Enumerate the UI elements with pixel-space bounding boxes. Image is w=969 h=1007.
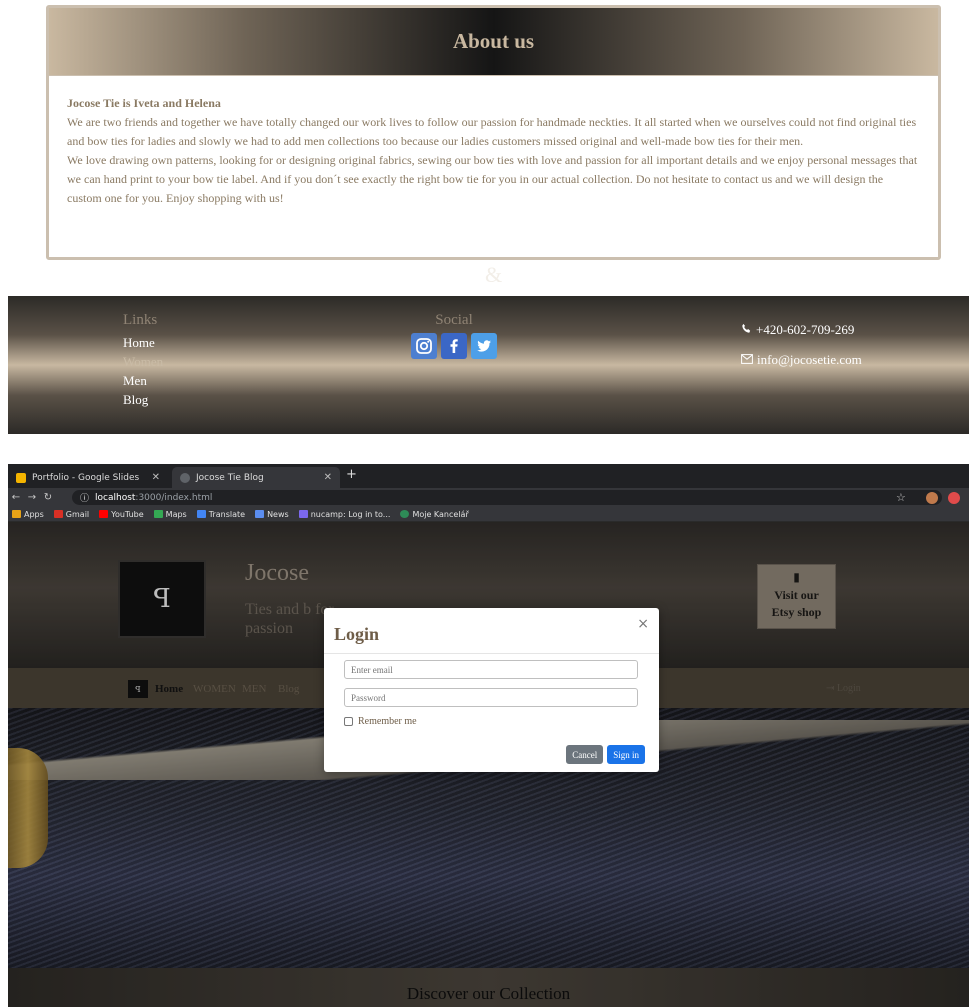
modal-body: Remember me (324, 654, 659, 727)
modal-actions: Cancel Sign in (566, 745, 645, 764)
tab-google-slides[interactable]: Portfolio - Google Slides ✕ (8, 467, 168, 488)
new-tab-button[interactable]: + (346, 467, 357, 482)
remember-checkbox[interactable] (344, 717, 353, 726)
phone-number: +420-602-709-269 (756, 322, 855, 337)
tab-title: Portfolio - Google Slides (32, 472, 140, 483)
footer-links-heading: Links (123, 312, 158, 328)
footer-social: Social (411, 312, 497, 359)
bookmark-gmail[interactable]: Gmail (53, 509, 90, 519)
info-icon: ⓘ (80, 494, 90, 504)
footer-link-women[interactable]: Women (123, 352, 163, 371)
url-input[interactable]: ⓘ localhost:3000/index.html (72, 490, 942, 505)
url-host: localhost (95, 492, 136, 503)
bookmark-label: YouTube (111, 509, 144, 519)
envelope-icon (741, 350, 753, 370)
profile-avatar[interactable] (926, 491, 938, 504)
bookmarks-bar: Apps Gmail YouTube Maps Translate News n… (8, 507, 969, 522)
globe-favicon-icon (180, 472, 190, 483)
bookmark-nucamp[interactable]: nucamp: Log in to... (298, 509, 391, 519)
footer-links: Links Home Women Men Blog (123, 312, 163, 409)
close-icon[interactable]: × (637, 616, 649, 632)
maps-icon (153, 510, 163, 518)
footer: Links Home Women Men Blog Social +420-60… (8, 296, 969, 434)
bookmark-apps[interactable]: Apps (12, 510, 44, 519)
footer-link-men[interactable]: Men (123, 371, 163, 390)
tab-title: Jocose Tie Blog (196, 472, 264, 483)
reload-icon[interactable]: ↻ (40, 492, 56, 503)
bookmark-label: Maps (165, 509, 187, 519)
password-field[interactable] (344, 688, 638, 707)
browser-window: Portfolio - Google Slides ✕ Jocose Tie B… (8, 464, 969, 1007)
page-viewport: ꟼ Jocose Ties and b for passion ▮ Visit … (8, 522, 969, 1007)
about-body: Jocose Tie is Iveta and Helena We are tw… (49, 76, 938, 208)
close-icon[interactable]: ✕ (324, 472, 332, 483)
bookmark-label: Gmail (65, 509, 90, 519)
bookmark-label: Moje Kancelář (412, 509, 469, 519)
bookmark-star-icon[interactable]: ☆ (896, 491, 906, 504)
remember-me[interactable]: Remember me (344, 716, 639, 727)
contact-email[interactable]: info@jocosetie.com (741, 350, 862, 370)
translate-icon (196, 510, 206, 518)
about-lead: Jocose Tie is Iveta and Helena (67, 96, 221, 110)
bookmark-youtube[interactable]: YouTube (99, 510, 144, 519)
extension-icon[interactable] (948, 491, 960, 504)
tab-jocose-blog[interactable]: Jocose Tie Blog ✕ (172, 467, 340, 488)
sign-in-button[interactable]: Sign in (607, 745, 645, 764)
about-paragraph-2: We love drawing own patterns, looking fo… (67, 153, 918, 205)
tab-bar: Portfolio - Google Slides ✕ Jocose Tie B… (8, 464, 969, 488)
url-path: :3000/index.html (135, 492, 213, 503)
apps-grid-icon (12, 510, 21, 518)
social-icons (411, 333, 497, 359)
bookmark-label: Apps (24, 509, 44, 519)
slides-favicon-icon (16, 472, 26, 483)
modal-title: Login (334, 624, 380, 644)
bookmark-translate[interactable]: Translate (196, 509, 246, 519)
phone-icon (741, 320, 752, 340)
contact-phone[interactable]: +420-602-709-269 (741, 320, 862, 340)
forward-arrow-icon[interactable]: → (24, 492, 40, 503)
email-field[interactable] (344, 660, 638, 679)
modal-header: Login × (324, 608, 659, 654)
gmail-icon (53, 510, 63, 518)
nucamp-icon (298, 510, 308, 518)
kancelar-icon (400, 510, 410, 518)
youtube-icon (99, 510, 109, 518)
footer-link-home[interactable]: Home (123, 333, 163, 352)
back-arrow-icon[interactable]: ← (8, 492, 24, 503)
about-header: About us (49, 8, 938, 76)
footer-contact: +420-602-709-269 info@jocosetie.com (741, 320, 862, 380)
cancel-button[interactable]: Cancel (566, 745, 604, 764)
address-bar: ← → ↻ ⓘ localhost:3000/index.html ☆ (8, 488, 969, 507)
news-icon (255, 510, 265, 518)
email-address: info@jocosetie.com (757, 352, 862, 367)
twitter-icon[interactable] (471, 333, 497, 359)
close-icon[interactable]: ✕ (152, 472, 160, 483)
bookmark-label: Translate (208, 509, 246, 519)
footer-social-heading: Social (435, 312, 473, 328)
facebook-icon[interactable] (441, 333, 467, 359)
instagram-icon[interactable] (411, 333, 437, 359)
footer-link-blog[interactable]: Blog (123, 390, 163, 409)
bookmark-label: News (267, 509, 289, 519)
about-title: About us (452, 29, 535, 53)
remember-label: Remember me (358, 716, 417, 727)
bookmark-label: nucamp: Log in to... (310, 509, 391, 519)
about-card: About us Jocose Tie is Iveta and Helena … (46, 5, 941, 260)
about-paragraph-1: We are two friends and together we have … (67, 115, 917, 148)
login-modal: Login × Remember me Cancel Sign in (324, 608, 659, 772)
bookmark-moje-kancelar[interactable]: Moje Kancelář (400, 509, 469, 519)
ampersand-ornament: & (485, 262, 503, 287)
bookmark-maps[interactable]: Maps (153, 509, 187, 519)
bookmark-news[interactable]: News (255, 510, 289, 519)
